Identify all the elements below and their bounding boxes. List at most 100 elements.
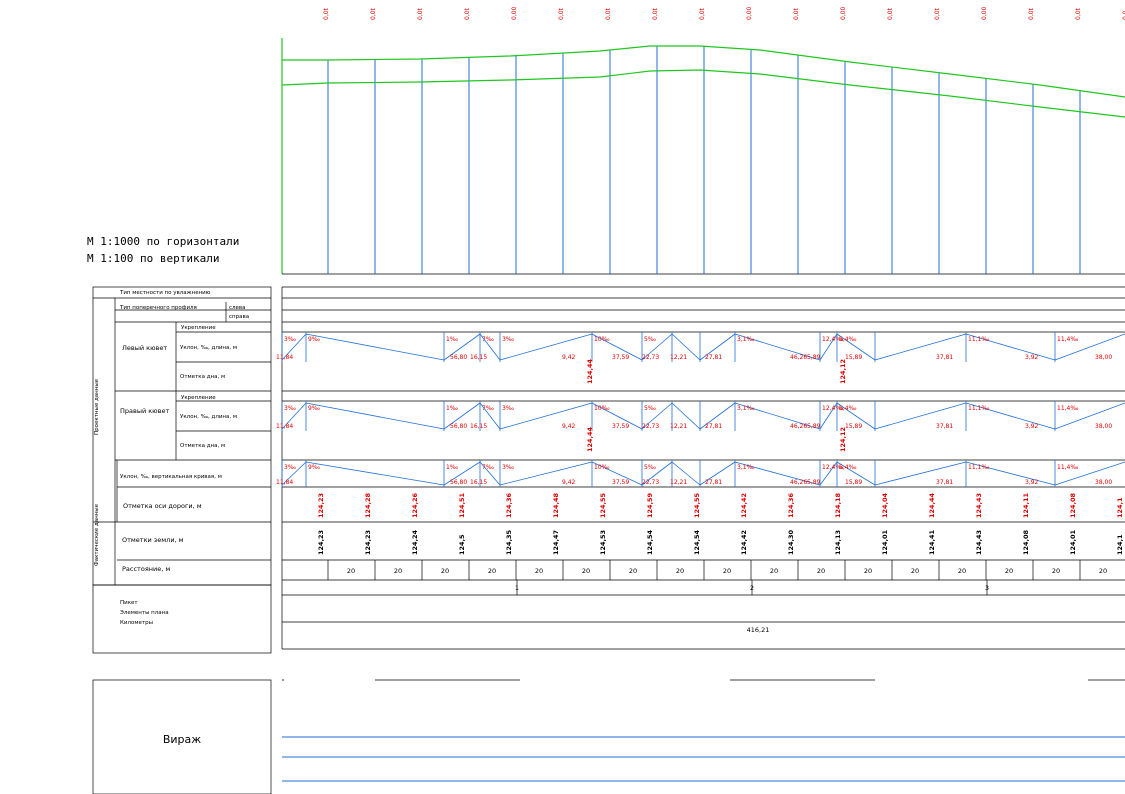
axis-level: 124,51 xyxy=(458,492,466,518)
slope-percent: 11,1‰ xyxy=(968,336,989,343)
slope-length: 16,15 xyxy=(470,479,487,486)
distance-value: 20 xyxy=(958,567,966,575)
slope-percent: 11,4‰ xyxy=(1057,336,1078,343)
picket-header-frame xyxy=(92,584,272,654)
distance-value: 20 xyxy=(441,567,449,575)
axis-level: 124,43 xyxy=(975,493,983,518)
slope-length: 3,92 xyxy=(1025,479,1039,486)
slope-percent: 5‰ xyxy=(644,464,656,471)
top-mark: 0,00 xyxy=(746,6,753,20)
label-slope-left: Уклон, ‰, длина, м xyxy=(180,345,237,351)
label-plan-elements: Элементы плана xyxy=(120,610,169,616)
bottom-mark: 124,12 xyxy=(839,427,847,452)
distance-value: 20 xyxy=(535,567,543,575)
distance-value: 20 xyxy=(488,567,496,575)
ground-level: 124,23 xyxy=(317,530,325,555)
ground-level: 124,01 xyxy=(1069,529,1077,555)
axis-level: 124,59 xyxy=(646,492,654,518)
distance-value: 20 xyxy=(911,567,919,575)
slope-percent: 11,4‰ xyxy=(1057,464,1078,471)
ground-level: 124,24 xyxy=(411,529,419,555)
label-picket: Пикет xyxy=(120,600,138,606)
distance-values: 202020202020202020202020202020202020 xyxy=(347,567,1107,575)
slope-percent: 7‰ xyxy=(482,336,494,343)
slope-length: 38,00 xyxy=(1095,354,1112,361)
slope-percent: 3‰ xyxy=(502,464,514,471)
slope-percent: 10‰ xyxy=(594,405,610,412)
slope-length: 12,21 xyxy=(670,479,687,486)
top-mark: 0,0t xyxy=(323,7,330,20)
slope-length: 22,73 xyxy=(642,423,659,430)
slope-percent: 5‰ xyxy=(644,336,656,343)
slope-percent: 9‰ xyxy=(308,405,320,412)
profile-area: 0,0t 0,0t 0,0t 0,0t 0,00 0,0t 0,0t 0,0t 0,0t 0,00… xyxy=(281,6,1125,275)
slope-length: 16,15 xyxy=(470,354,487,361)
slope-length: 15,89 xyxy=(845,354,862,361)
slope-length: 12,21 xyxy=(670,423,687,430)
label-ground-data: Фактические данные xyxy=(94,503,100,566)
slope-percent: 10‰ xyxy=(594,464,610,471)
picket-value: 3 xyxy=(985,584,989,592)
slope-line xyxy=(305,402,445,430)
slope-percent: 3‰ xyxy=(502,405,514,412)
slope-length: 22,73 xyxy=(642,354,659,361)
slope-percent: 5‰ xyxy=(644,405,656,412)
ground-level-values: 124,23 124,23 124,24 124,5 124,35 124,47 124,5… xyxy=(317,529,1124,555)
ground-level: 124,41 xyxy=(928,529,936,555)
slope-percent: 10‰ xyxy=(594,336,610,343)
top-mark: 0,0t xyxy=(464,7,471,20)
drawing-canvas: М 1:1000 по горизонтали М 1:100 по верти… xyxy=(87,6,1125,794)
label-right-ditch: Правый кювет xyxy=(120,407,169,415)
slope-length: 46,26 xyxy=(790,423,807,430)
slope-length: 37,81 xyxy=(936,423,953,430)
scale-horizontal: М 1:1000 по горизонтали xyxy=(87,235,239,248)
top-mark-labels: 0,0t 0,0t 0,0t 0,0t 0,00 0,0t 0,0t 0,0t 0,0t 0,00… xyxy=(323,6,1125,20)
top-mark: 0,0t xyxy=(887,7,894,20)
label-terrain-type: Тип местности по увлажнению xyxy=(119,290,211,296)
top-mark: 0,00 xyxy=(511,6,518,20)
slope-percent: 11,1‰ xyxy=(968,464,989,471)
top-mark: 0,0t xyxy=(1075,7,1082,20)
top-mark: 0,0t xyxy=(793,7,800,20)
slope-length: 5,89 xyxy=(807,354,821,361)
label-cross-section: Тип поперечного профиля xyxy=(119,305,197,311)
ground-level: 124,54 xyxy=(646,529,654,555)
slope-length: 27,81 xyxy=(705,479,722,486)
slope-length: 38,00 xyxy=(1095,479,1112,486)
scale-vertical: М 1:100 по вертикали xyxy=(87,252,219,265)
axis-level: 124,36 xyxy=(787,492,795,518)
axis-level: 124,55 xyxy=(693,492,701,518)
label-right: справа xyxy=(229,314,249,320)
ground-level: 124,43 xyxy=(975,530,983,555)
slope-length: 37,59 xyxy=(612,479,629,486)
ground-level: 124,5 xyxy=(458,534,466,555)
ground-level: 124,47 xyxy=(552,530,560,555)
distance-value: 20 xyxy=(1099,567,1107,575)
slope-length: 37,81 xyxy=(936,479,953,486)
slope-percent: 7‰ xyxy=(482,464,494,471)
slope-percent: 6,4‰ xyxy=(839,336,857,343)
slope-length: 15,89 xyxy=(845,423,862,430)
slope-percent: 1‰ xyxy=(446,405,458,412)
slope-length: 37,59 xyxy=(612,354,629,361)
axis-level: 124,28 xyxy=(364,492,372,518)
slope-percent: 6,4‰ xyxy=(839,405,857,412)
row-labels: Тип местности по увлажнению Тип поперечн… xyxy=(94,290,249,626)
top-mark: 0,0t xyxy=(934,7,941,20)
slope-length: 22,73 xyxy=(642,479,659,486)
ground-level: 124,53 xyxy=(599,530,607,555)
top-mark: 0,0t xyxy=(370,7,377,20)
slope-percent: 7‰ xyxy=(482,405,494,412)
ground-level: 124,30 xyxy=(787,529,795,555)
distance-value: 20 xyxy=(1052,567,1060,575)
top-mark: 0,00 xyxy=(840,6,847,20)
slope-percent: 11,4‰ xyxy=(1057,405,1078,412)
picket-values: 1 2 3 xyxy=(515,584,989,592)
slope-percent: 11,1‰ xyxy=(968,405,989,412)
axis-level: 124,48 xyxy=(552,492,560,518)
label-ground-level: Отметки земли, м xyxy=(122,536,184,544)
distance-value: 20 xyxy=(770,567,778,575)
slope-length: 3,92 xyxy=(1025,354,1039,361)
distance-value: 20 xyxy=(1005,567,1013,575)
slope-percent: 3‰ xyxy=(284,464,296,471)
